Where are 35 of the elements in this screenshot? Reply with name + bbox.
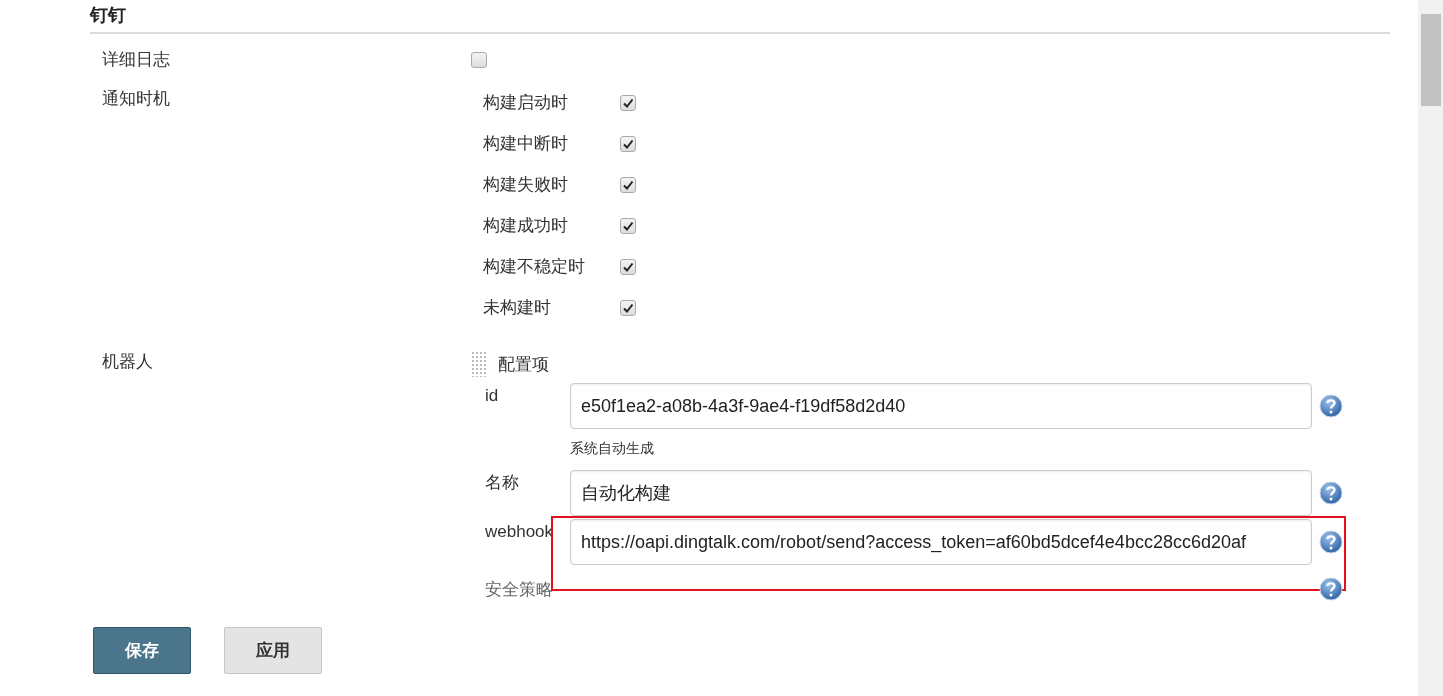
checkbox[interactable] <box>620 135 636 152</box>
option-label: 构建中断时 <box>483 132 569 155</box>
checkbox[interactable] <box>620 217 636 234</box>
checkbox[interactable] <box>620 258 636 275</box>
option-label: 构建成功时 <box>483 214 569 237</box>
help-icon[interactable] <box>1319 394 1343 418</box>
text-field[interactable]: https://oapi.dingtalk.com/robot/send?access_token=af60bd5dcef4e4bcc28cc6d20af <box>570 519 1312 565</box>
help-icon[interactable] <box>1319 577 1343 601</box>
text-field[interactable]: 自动化构建 <box>570 470 1312 516</box>
scrollbar[interactable] <box>1418 0 1443 696</box>
section-title: 钉钉 <box>90 0 1390 34</box>
apply-button[interactable]: 应用 <box>224 627 322 674</box>
checkbox[interactable] <box>620 94 636 111</box>
item-title: 配置项 <box>498 353 549 376</box>
checkbox[interactable] <box>620 176 636 193</box>
option-label: 构建失败时 <box>483 173 569 196</box>
scrollbar-thumb[interactable] <box>1420 14 1441 106</box>
field-label: 详细日志 <box>101 49 171 71</box>
drag-handle-icon[interactable] <box>471 351 487 377</box>
field-label: 名称 <box>484 472 520 494</box>
text-field[interactable]: e50f1ea2-a08b-4a3f-9ae4-f19df58d2d40 <box>570 383 1312 429</box>
checkbox[interactable] <box>471 52 487 68</box>
field-label: id <box>484 385 500 407</box>
hint-text: 系统自动生成 <box>570 440 655 458</box>
field-label: webhook <box>484 521 555 543</box>
help-icon[interactable] <box>1319 530 1343 554</box>
help-icon[interactable] <box>1319 481 1343 505</box>
field-label: 安全策略 <box>484 579 554 601</box>
option-label: 未构建时 <box>483 296 552 319</box>
field-label: 通知时机 <box>101 88 171 110</box>
option-label: 构建启动时 <box>483 91 569 114</box>
save-button[interactable]: 保存 <box>93 627 191 674</box>
checkbox[interactable] <box>620 299 636 316</box>
option-label: 构建不稳定时 <box>483 255 586 278</box>
field-label: 机器人 <box>101 351 154 373</box>
